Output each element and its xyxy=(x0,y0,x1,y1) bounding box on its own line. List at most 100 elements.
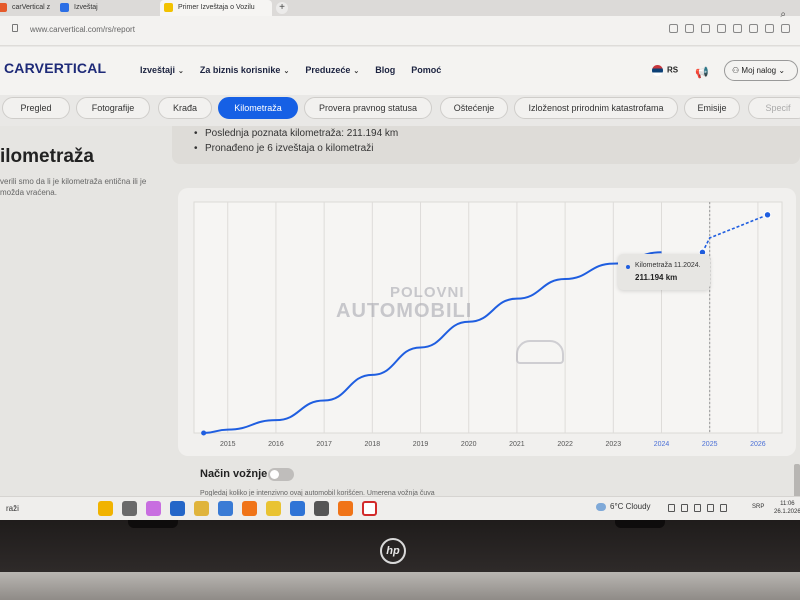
x-tick-label: 2023 xyxy=(606,441,622,448)
driving-style-label: Način vožnje xyxy=(200,468,268,480)
account-label: Moj nalog xyxy=(741,66,777,75)
taskbar-app-icon[interactable] xyxy=(362,501,377,516)
data-point-start xyxy=(201,430,207,436)
account-button[interactable]: ⚇ Moj nalog ⌄ xyxy=(724,60,798,81)
nav-item-pomoc[interactable]: Pomoć xyxy=(411,65,441,75)
taskbar-app-icon[interactable] xyxy=(338,501,353,516)
browser-tab-carvertical[interactable]: carVertical z xyxy=(0,0,56,16)
mileage-chart: 2015 2016 2017 2018 2019 2020 2021 2022 2023 2024… xyxy=(193,201,783,448)
browser-tab-strip: carVertical z Izveštaj Primer Izveštaja … xyxy=(0,0,800,16)
watermark-car-logo xyxy=(516,340,564,364)
browser-tab-izvestaj[interactable]: Izveštaj xyxy=(56,0,160,16)
nav-item-izvestaji[interactable]: Izveštaji ⌄ xyxy=(140,65,184,75)
taskbar-apps xyxy=(98,501,377,516)
clock-icon[interactable] xyxy=(701,24,710,33)
extensions-icon[interactable] xyxy=(733,24,742,33)
pen-icon[interactable] xyxy=(669,24,678,33)
carvertical-logo[interactable]: CARVERTICAL xyxy=(4,60,106,76)
chevron-down-icon: ⌄ xyxy=(283,68,290,75)
tooltip-label: Kilometraža 11.2024. xyxy=(635,262,701,269)
tab-title: Primer Izveštaja o Vozilu xyxy=(178,4,255,11)
tab-title: carVertical z xyxy=(12,4,51,11)
address-bar: ⌕ www.carvertical.com/rs/report xyxy=(0,9,800,46)
taskbar-app-icon[interactable] xyxy=(170,501,185,516)
taskbar-app-icon[interactable] xyxy=(218,501,233,516)
taskbar-app-icon[interactable] xyxy=(122,501,137,516)
last-known-mileage: Poslednja poznata kilometraža: 211.194 k… xyxy=(194,128,398,139)
driving-style-toggle[interactable] xyxy=(268,468,294,481)
browser-tab-primer-izvestaja[interactable]: Primer Izveštaja o Vozilu xyxy=(160,0,272,16)
url-field[interactable]: www.carvertical.com/rs/report xyxy=(30,25,135,34)
taskbar-app-icon[interactable] xyxy=(98,501,113,516)
weather-widget[interactable]: 6°C Cloudy xyxy=(596,502,651,511)
laptop-hinge-right xyxy=(615,520,665,528)
system-tray xyxy=(668,504,727,512)
new-tab-button[interactable]: + xyxy=(276,2,288,14)
x-tick-label: 2026 xyxy=(750,441,766,448)
taskbar-app-icon[interactable] xyxy=(194,501,209,516)
series-dot-icon xyxy=(626,265,630,269)
megaphone-icon[interactable]: 📢 xyxy=(695,66,709,79)
tab-fotografije[interactable]: Fotografije xyxy=(76,97,150,119)
tab-katastrofe[interactable]: Izloženost prirodnim katastrofama xyxy=(514,97,678,119)
speaker-icon[interactable] xyxy=(707,504,714,512)
nav-label: Preduzeće xyxy=(305,65,351,75)
tab-title: Izveštaj xyxy=(74,4,98,11)
mileage-tooltip: Kilometraža 11.2024. 211.194 km xyxy=(618,254,710,290)
close-icon[interactable] xyxy=(717,24,726,33)
taskbar-app-icon[interactable] xyxy=(314,501,329,516)
lock-icon[interactable] xyxy=(12,24,18,32)
tab-pregled[interactable]: Pregled xyxy=(2,97,70,119)
section-description: verili smo da li je kilometraža entična … xyxy=(0,177,147,197)
browser-toolbar-icons xyxy=(669,24,790,33)
nav-item-preduzece[interactable]: Preduzeće ⌄ xyxy=(305,65,359,75)
weather-text: 6°C Cloudy xyxy=(610,502,651,511)
nav-item-biznis[interactable]: Za biznis korisnike ⌄ xyxy=(200,65,289,75)
heart-icon[interactable] xyxy=(749,24,758,33)
tab-kilometraza[interactable]: Kilometraža xyxy=(218,97,298,119)
x-tick-label: 2018 xyxy=(365,441,381,448)
settings-icon[interactable] xyxy=(781,24,790,33)
tab-krada[interactable]: Krađa xyxy=(158,97,212,119)
download-icon[interactable] xyxy=(765,24,774,33)
taskbar-app-icon[interactable] xyxy=(242,501,257,516)
chevron-up-icon[interactable] xyxy=(668,504,675,512)
chevron-down-icon: ⌄ xyxy=(353,68,360,75)
hp-logo: hp xyxy=(380,538,406,564)
taskbar-search[interactable]: raži xyxy=(6,504,19,513)
x-tick-label: 2015 xyxy=(220,441,236,448)
cloud-sync-icon[interactable] xyxy=(681,504,688,512)
laptop-hinge-left xyxy=(128,520,178,528)
chevron-down-icon: ⌄ xyxy=(178,68,184,75)
nav-label: Za biznis korisnike xyxy=(199,65,281,75)
mileage-chart-card: 2015 2016 2017 2018 2019 2020 2021 2022 2023 2024… xyxy=(178,188,796,456)
clock-date: 26.1.2026 xyxy=(774,509,800,515)
nav-item-blog[interactable]: Blog xyxy=(375,65,395,75)
vehicle-report-favicon-icon xyxy=(164,3,173,12)
clock[interactable]: 11:06 26.1.2026 xyxy=(774,500,800,516)
nav-label: Izveštaji xyxy=(140,65,176,75)
taskbar-app-icon[interactable] xyxy=(146,501,161,516)
search-icon[interactable]: ⌕ xyxy=(780,9,786,20)
clock-time: 11:06 xyxy=(780,501,795,507)
taskbar-app-icon[interactable] xyxy=(290,501,305,516)
x-tick-label: 2020 xyxy=(461,441,477,448)
x-tick-label: 2021 xyxy=(509,441,525,448)
tab-emisije[interactable]: Emisije xyxy=(684,97,740,119)
tab-specifikacije[interactable]: Specif xyxy=(748,97,800,119)
wifi-icon[interactable] xyxy=(694,504,701,512)
camera-icon[interactable] xyxy=(685,24,694,33)
windows-taskbar: raži 6°C Cloudy SRP 11:06 26.1.2026 xyxy=(0,496,800,520)
taskbar-app-icon[interactable] xyxy=(266,501,281,516)
cloud-icon xyxy=(596,502,606,511)
mileage-summary-box: Poslednja poznata kilometraža: 211.194 k… xyxy=(172,126,800,164)
x-tick-label: 2017 xyxy=(316,441,332,448)
battery-icon[interactable] xyxy=(720,504,727,512)
report-favicon-icon xyxy=(60,3,69,12)
user-icon: ⚇ xyxy=(732,66,742,75)
tab-ostecenje[interactable]: Oštećenje xyxy=(440,97,508,119)
tab-pravni-status[interactable]: Provera pravnog statusa xyxy=(304,97,432,119)
mileage-section: Poslednja poznata kilometraža: 211.194 k… xyxy=(0,126,800,504)
input-language[interactable]: SRP xyxy=(752,504,764,510)
language-selector[interactable]: RS xyxy=(652,65,678,76)
